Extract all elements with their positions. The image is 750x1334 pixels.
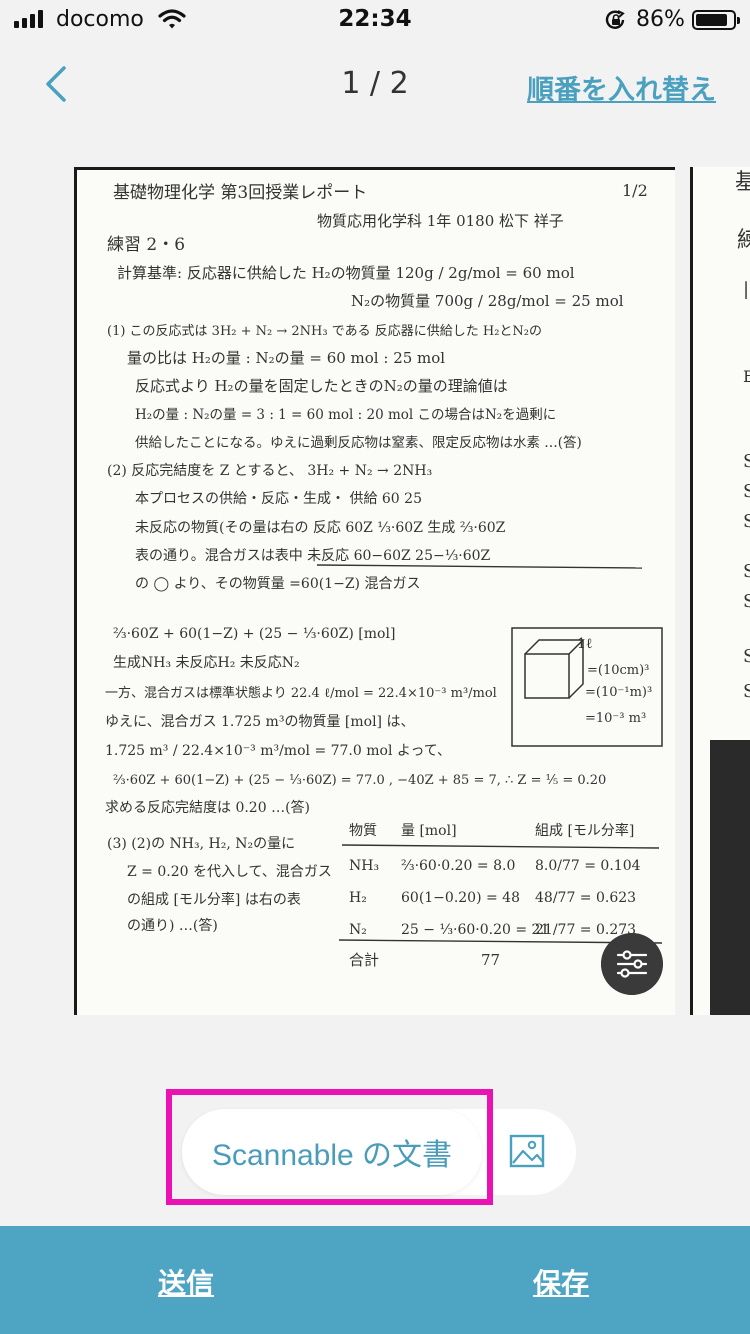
cube-label: 1ℓ [577, 636, 593, 652]
document-content: 基礎物理化学 第3回授業レポート 1/2 物質応用化学科 1年 0180 松下 祥子… [105, 181, 663, 969]
document-line: 生成NH₃ 未反応H₂ 未反応N₂ [113, 655, 300, 671]
document-line: 基礎物理化学 第3回授業レポート [113, 183, 367, 203]
document-line: 物質応用化学科 1年 0180 松下 祥子 [317, 212, 564, 230]
highlight-annotation [166, 1089, 493, 1205]
table-cell: 60(1−0.20) = 48 [401, 890, 520, 906]
document-line: 1.725 m³ / 22.4×10⁻³ m³/mol = 77.0 mol よ… [105, 743, 451, 759]
bottom-toolbar: 送信 保存 [0, 1226, 750, 1334]
table-cell: 25 − ⅓·60·0.20 = 21 [401, 922, 549, 938]
document-line: Z = 0.20 を代入して、混合ガス [127, 864, 332, 880]
table-cell: 8.0/77 = 0.104 [535, 858, 641, 874]
document-line: の ◯ より、その物質量 =60(1−Z) 混合ガス [135, 576, 420, 592]
save-button[interactable]: 保存 [533, 1262, 589, 1302]
next-page-shadow [710, 740, 750, 1015]
svg-text:E: E [743, 367, 750, 386]
cube-label: =10⁻³ m³ [585, 711, 646, 726]
table-cell: NH₃ [349, 858, 379, 874]
battery-percent: 86% [636, 7, 685, 32]
table-header: 物質 [349, 823, 377, 839]
svg-text:S: S [743, 646, 750, 667]
document-line: 練習 2・6 [107, 235, 185, 255]
table-cell: H₂ [349, 890, 367, 906]
document-line: ゆえに、混合ガス 1.725 m³の物質量 [mol] は、 [105, 714, 414, 730]
svg-text:練: 練 [737, 228, 750, 253]
table-header: 組成 [モル分率] [535, 822, 634, 839]
send-button[interactable]: 送信 [158, 1262, 214, 1302]
status-bar: docomo 22:34 86% [0, 0, 750, 40]
document-line: N₂の物質量 700g / 28g/mol = 25 mol [351, 292, 624, 310]
svg-text:S: S [743, 681, 750, 702]
document-line: ⅔·60Z + 60(1−Z) + (25 − ⅓·60Z) = 77.0 , … [113, 773, 606, 788]
table-cell: 48/77 = 0.623 [535, 890, 636, 906]
document-line: 反応式より H₂の量を固定したときのN₂の量の理論値は [135, 377, 508, 395]
reorder-button[interactable]: 順番を入れ替え [527, 68, 716, 107]
document-line: 供給したことになる。ゆえに過剰反応物は窒素、限定反応物は水素 …(答) [135, 434, 582, 451]
svg-text:S: S [743, 451, 750, 472]
document-line: 求める反応完結度は 0.20 …(答) [105, 799, 310, 816]
document-line: (3) (2)の NH₃, H₂, N₂の量に [107, 836, 295, 852]
document-line: 一方、混合ガスは標準状態より 22.4 ℓ/mol = 22.4×10⁻³ m³… [105, 685, 497, 701]
svg-text:S: S [743, 481, 750, 502]
document-line: (1) この反応式は 3H₂ + N₂ → 2NH₃ である 反応器に供給した … [107, 324, 542, 339]
document-line: (2) 反応完結度を Z とすると、 3H₂ + N₂ → 2NH₃ [107, 463, 432, 479]
table-cell: ⅔·60·0.20 = 8.0 [401, 858, 515, 874]
document-line: 未反応の物質(その量は右の 反応 60Z ⅓·60Z 生成 ⅔·60Z [135, 520, 506, 536]
svg-text:S: S [743, 591, 750, 612]
scanned-document-page[interactable]: 基礎物理化学 第3回授業レポート 1/2 物質応用化学科 1年 0180 松下 祥子… [74, 167, 675, 1015]
svg-text:S: S [743, 561, 750, 582]
cube-label: =(10cm)³ [587, 663, 649, 678]
document-line: 1/2 [622, 181, 648, 200]
photo-icon[interactable] [508, 1132, 550, 1172]
svg-text:S: S [743, 511, 750, 532]
table-total-cell: 77 [481, 951, 500, 969]
document-line: の通り) …(答) [127, 917, 218, 934]
document-line: 量の比は H₂の量 : N₂の量 = 60 mol : 25 mol [127, 349, 445, 367]
battery-level [696, 14, 727, 26]
rotation-lock-icon [605, 10, 625, 29]
table-cell: N₂ [349, 922, 367, 938]
document-line: 計算基準: 反応器に供給した H₂の物質量 120g / 2g/mol = 60… [117, 264, 575, 282]
cube-label: =(10⁻¹m)³ [585, 685, 652, 700]
document-line: H₂の量 : N₂の量 = 3 : 1 = 60 mol : 20 mol この… [135, 407, 556, 423]
filter-sliders-icon[interactable] [601, 933, 663, 995]
cube-diagram: 1ℓ =(10cm)³ =(10⁻¹m)³ =10⁻³ m³ [511, 627, 663, 747]
document-line: 表の通り。混合ガスは表中 未反応 60−60Z 25−⅓·60Z [135, 548, 491, 564]
svg-text:基: 基 [735, 170, 750, 195]
table-total-cell: 合計 [349, 951, 379, 969]
document-line: 本プロセスの供給・反応・生成・ 供給 60 25 [135, 491, 422, 507]
document-line: の組成 [モル分率] は右の表 [127, 891, 301, 908]
document-line: ⅔·60Z + 60(1−Z) + (25 − ⅓·60Z) [mol] [113, 626, 395, 642]
table-header: 量 [mol] [401, 823, 457, 839]
svg-text:|: | [743, 279, 749, 300]
battery-icon [692, 10, 740, 30]
